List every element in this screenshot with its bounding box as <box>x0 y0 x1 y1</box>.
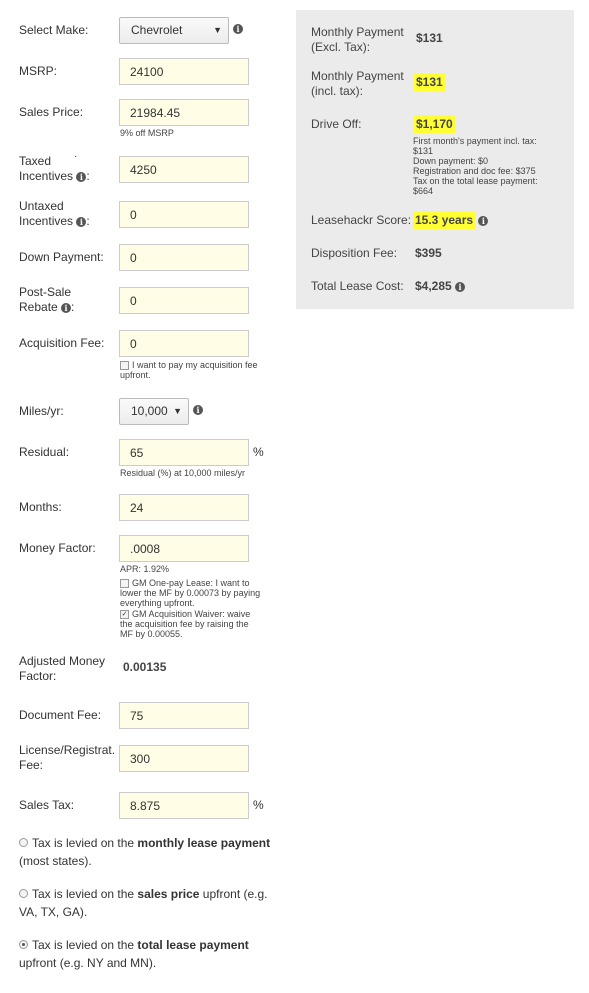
stray-dot: · <box>74 151 78 162</box>
leasehackr-score-label: Leasehackr Score: <box>311 213 412 227</box>
gm-one-pay-text: GM One-pay Lease: I want to lower the MF… <box>120 578 261 609</box>
residual-hint: Residual (%) at 10,000 miles/yr <box>120 468 246 478</box>
msrp-label: MSRP: <box>19 64 58 78</box>
adjusted-mf-value: 0.00135 <box>123 660 167 674</box>
gm-one-pay-option[interactable]: GM One-pay Lease: I want to lower the MF… <box>120 578 262 608</box>
miles-select-value: 10,000 <box>131 404 168 418</box>
monthly-incl-label: Monthly Payment (incl. tax): <box>311 69 404 98</box>
total-lease-cost-info-icon[interactable]: i <box>455 281 466 292</box>
tax-option-total-lease-radio[interactable] <box>19 940 28 950</box>
miles-label: Miles/yr: <box>19 404 64 418</box>
license-fee-label: License/Registrat. Fee: <box>19 743 116 772</box>
tax-option-sales-price[interactable]: Tax is levied on the sales price upfront… <box>19 885 279 921</box>
license-fee-input[interactable] <box>119 745 249 772</box>
money-factor-input[interactable] <box>119 535 249 562</box>
msrp-input[interactable] <box>119 58 249 85</box>
monthly-excl-label: Monthly Payment (Excl. Tax): <box>311 25 404 54</box>
acquisition-fee-upfront-text: I want to pay my acquisition fee upfront… <box>120 360 258 381</box>
sales-tax-input[interactable] <box>119 792 249 819</box>
miles-info-icon[interactable]: i <box>193 405 203 415</box>
total-lease-cost-label: Total Lease Cost: <box>311 279 404 293</box>
post-sale-rebate-info-icon[interactable]: i <box>61 302 72 313</box>
acquisition-fee-input[interactable] <box>119 330 249 357</box>
months-input[interactable] <box>119 494 249 521</box>
taxed-incentives-label: Taxed Incentives i: <box>19 154 90 183</box>
acquisition-fee-upfront-checkbox[interactable] <box>120 361 129 371</box>
gm-acquisition-waiver-text: GM Acquisition Waiver: waive the acquisi… <box>120 609 251 640</box>
leasehackr-score-value: 15.3 years i <box>413 211 489 229</box>
post-sale-rebate-input[interactable] <box>119 287 249 314</box>
down-payment-label: Down Payment: <box>19 250 104 264</box>
sales-tax-label: Sales Tax: <box>19 798 75 812</box>
down-payment-input[interactable] <box>119 244 249 271</box>
drive-off-value: $1,170 <box>414 115 455 133</box>
money-factor-label: Money Factor: <box>19 541 96 555</box>
gm-acquisition-waiver-option[interactable]: ✓ GM Acquisition Waiver: waive the acquis… <box>120 609 262 639</box>
tax-option-sales-price-radio[interactable] <box>19 889 28 899</box>
chevron-down-icon: ▼ <box>173 406 182 416</box>
taxed-incentives-info-icon[interactable]: i <box>76 171 87 182</box>
untaxed-incentives-label: Untaxed Incentives i: <box>19 199 90 228</box>
sales-price-label: Sales Price: <box>19 105 84 119</box>
tax-option-monthly-radio[interactable] <box>19 838 28 848</box>
post-sale-rebate-label: Post-Sale Rebate i: <box>19 285 75 314</box>
taxed-incentives-input[interactable] <box>119 156 249 183</box>
make-label: Select Make: <box>19 23 89 37</box>
tax-option-total-lease[interactable]: Tax is levied on the total lease payment… <box>19 936 279 972</box>
untaxed-incentives-info-icon[interactable]: i <box>76 216 87 227</box>
results-panel: Monthly Payment (Excl. Tax): $131 Monthl… <box>296 10 574 309</box>
document-fee-input[interactable] <box>119 702 249 729</box>
chevron-down-icon: ▼ <box>213 25 222 35</box>
sales-tax-unit: % <box>253 798 264 812</box>
monthly-incl-value: $131 <box>414 73 445 91</box>
months-label: Months: <box>19 500 62 514</box>
acquisition-fee-label: Acquisition Fee: <box>19 336 105 350</box>
residual-label: Residual: <box>19 445 70 459</box>
leasehackr-score-info-icon[interactable]: i <box>478 215 489 226</box>
make-select[interactable]: Chevrolet ▼ <box>119 17 229 44</box>
drive-off-label: Drive Off: <box>311 117 362 131</box>
acquisition-fee-upfront-option[interactable]: I want to pay my acquisition fee upfront… <box>120 360 270 380</box>
monthly-excl-value: $131 <box>416 31 443 45</box>
apr-text: APR: 1.92% <box>120 564 170 574</box>
adjusted-mf-label: Adjusted Money Factor: <box>19 654 106 683</box>
untaxed-incentives-input[interactable] <box>119 201 249 228</box>
document-fee-label: Document Fee: <box>19 708 102 722</box>
make-select-value: Chevrolet <box>131 23 183 37</box>
disposition-fee-value: $395 <box>415 246 442 260</box>
sales-price-hint: 9% off MSRP <box>120 128 174 138</box>
tax-option-monthly[interactable]: Tax is levied on the monthly lease payme… <box>19 834 279 870</box>
gm-one-pay-checkbox[interactable] <box>120 579 129 589</box>
total-lease-cost-value: $4,285 i <box>415 279 466 294</box>
residual-input[interactable] <box>119 439 249 466</box>
make-info-icon[interactable]: i <box>233 24 243 34</box>
residual-unit: % <box>253 445 264 459</box>
disposition-fee-label: Disposition Fee: <box>311 246 398 260</box>
miles-select[interactable]: 10,000 ▼ <box>119 398 189 425</box>
gm-acquisition-waiver-checkbox[interactable]: ✓ <box>120 610 129 620</box>
drive-off-breakdown: First month's payment incl. tax: $131 Do… <box>413 136 538 196</box>
sales-price-input[interactable] <box>119 99 249 126</box>
